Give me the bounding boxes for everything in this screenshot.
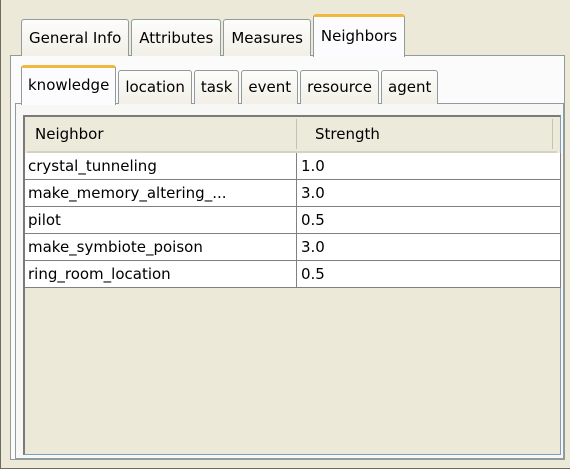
table-row[interactable]: make_memory_altering_... 3.0 [25,180,563,207]
table-row[interactable]: pilot 0.5 [25,207,563,234]
neighbor-cell[interactable]: pilot [25,207,297,234]
tab-general-info[interactable]: General Info [21,19,130,56]
strength-cell[interactable]: 3.0 [297,180,561,207]
strength-cell[interactable]: 0.5 [297,207,561,234]
tab-location[interactable]: location [118,70,192,104]
strength-cell[interactable]: 3.0 [297,234,561,261]
neighbors-table-scrollpane[interactable]: Neighbor Strength crystal_tunneling 1.0 … [23,115,561,455]
tab-resource[interactable]: resource [300,70,380,104]
outer-tab-bar: General Info Attributes Measures Neighbo… [21,12,407,57]
table-row[interactable]: ring_room_location 0.5 [25,261,563,288]
tab-event[interactable]: event [241,70,299,104]
column-header-strength[interactable]: Strength [297,119,553,149]
tab-neighbors[interactable]: Neighbors [312,14,406,57]
neighbor-cell[interactable]: ring_room_location [25,261,297,288]
tab-task[interactable]: task [193,70,240,104]
neighbor-cell[interactable]: make_symbiote_poison [25,234,297,261]
neighbor-cell[interactable]: crystal_tunneling [25,153,297,180]
inner-tab-bar: knowledge location task event resource a… [21,64,440,105]
tab-agent[interactable]: agent [381,70,439,104]
column-header-neighbor[interactable]: Neighbor [27,119,297,149]
neighbor-cell[interactable]: make_memory_altering_... [25,180,297,207]
tab-knowledge[interactable]: knowledge [21,65,117,105]
strength-cell[interactable]: 1.0 [297,153,561,180]
table-body: crystal_tunneling 1.0 make_memory_alteri… [25,153,563,288]
strength-cell[interactable]: 0.5 [297,261,561,288]
table-row[interactable]: make_symbiote_poison 3.0 [25,234,563,261]
table-row[interactable]: crystal_tunneling 1.0 [25,153,563,180]
table-header: Neighbor Strength [27,119,557,153]
tab-attributes[interactable]: Attributes [131,19,222,56]
tab-measures[interactable]: Measures [223,19,311,56]
